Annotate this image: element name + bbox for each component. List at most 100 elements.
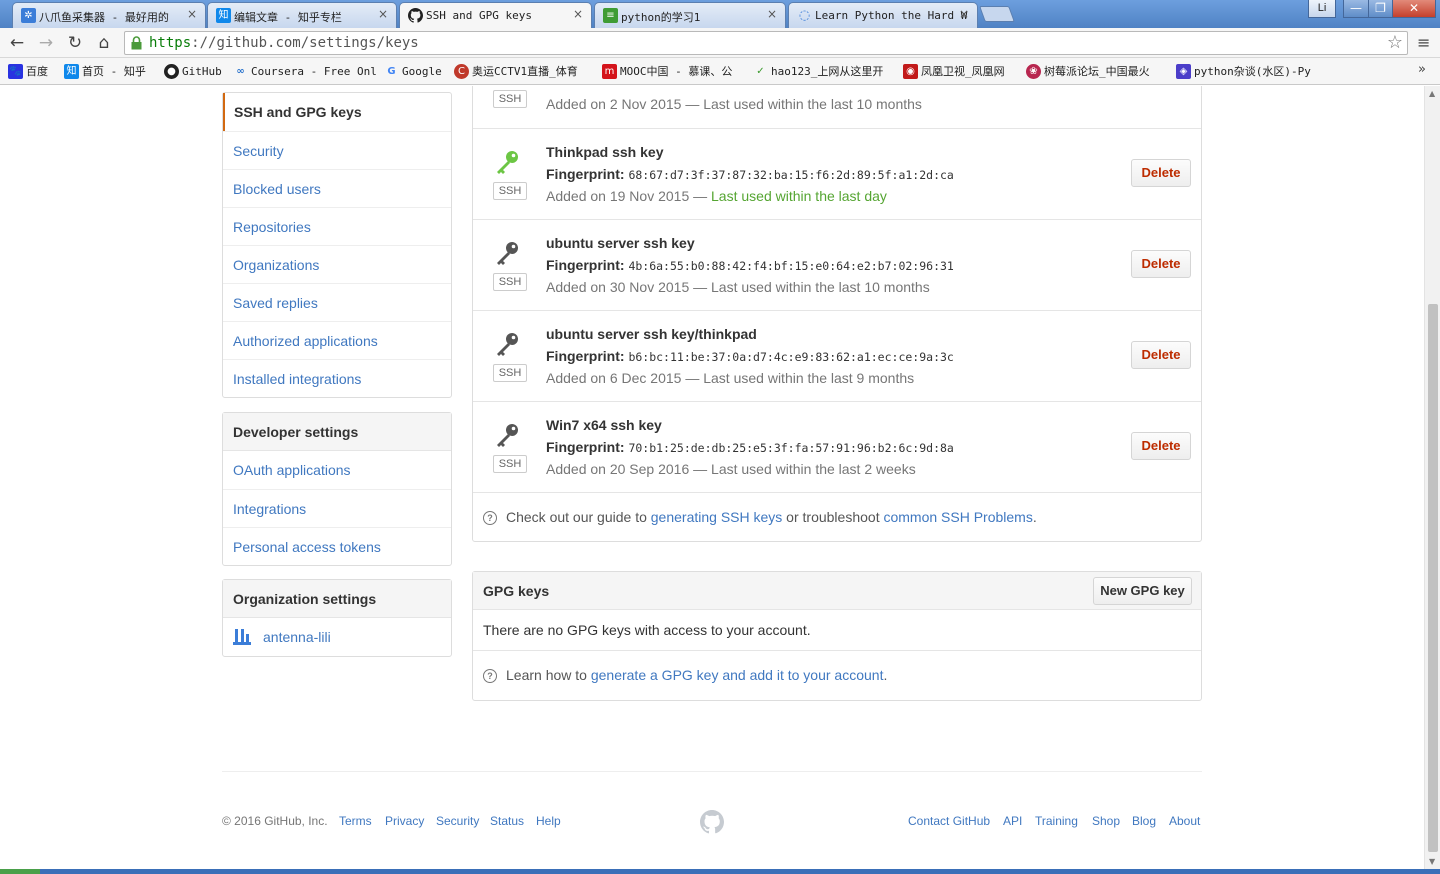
key-icon [497, 333, 518, 356]
footer-link-security[interactable]: Security [436, 814, 479, 828]
gpg-keys-header: GPG keys New GPG key [473, 572, 1201, 610]
bookmark-python-forum[interactable]: ◈ python杂谈(水区)-Py [1176, 63, 1311, 80]
scroll-down-icon[interactable]: ▼ [1429, 857, 1435, 866]
ssh-help-text: Check out our guide to generating SSH ke… [506, 509, 1037, 525]
close-icon[interactable]: × [767, 7, 777, 21]
maximize-icon[interactable]: ❐ [1368, 0, 1393, 18]
footer-link-api[interactable]: API [1003, 814, 1022, 828]
footer-link-contact[interactable]: Contact GitHub [908, 814, 990, 828]
key-fingerprint: Fingerprint: 4b:6a:55:b0:88:42:f4:bf:15:… [546, 257, 954, 273]
bookmark-hao123[interactable]: ✓ hao123_上网从这里开 [753, 63, 883, 80]
close-icon[interactable]: × [378, 7, 388, 21]
key-icon [497, 151, 518, 174]
generating-ssh-keys-link[interactable]: generating SSH keys [651, 509, 783, 525]
footer-link-about[interactable]: About [1169, 814, 1200, 828]
footer-link-status[interactable]: Status [490, 814, 524, 828]
bookmark-cctv[interactable]: C 奥运CCTV1直播_体育 [454, 63, 578, 80]
browser-tab-python-study[interactable]: ≡ python的学习1 × [594, 2, 786, 28]
close-icon[interactable]: × [573, 7, 583, 21]
sidebar-item-organizations[interactable]: Organizations [223, 245, 451, 283]
home-icon[interactable]: ⌂ [94, 33, 114, 53]
footer-link-blog[interactable]: Blog [1132, 814, 1156, 828]
sidebar-item-org[interactable]: antenna-lili [223, 618, 451, 656]
key-title: ubuntu server ssh key [546, 235, 695, 251]
bookmark-google[interactable]: G Google [384, 63, 441, 80]
delete-key-button[interactable]: Delete [1131, 250, 1191, 278]
bookmark-mooc[interactable]: m MOOC中国 - 慕课、公 [602, 63, 732, 80]
browser-tab-github-keys[interactable]: SSH and GPG keys × [399, 2, 592, 29]
org-avatar [233, 629, 251, 645]
site-footer: © 2016 GitHub, Inc. Terms Privacy Securi… [222, 771, 1202, 834]
sidebar-item-repositories[interactable]: Repositories [223, 207, 451, 245]
page-scrollbar[interactable]: ▲ ▼ [1424, 86, 1440, 869]
footer-link-privacy[interactable]: Privacy [385, 814, 424, 828]
delete-key-button[interactable]: Delete [1131, 432, 1191, 460]
bookmark-baidu[interactable]: 🐾 百度 [8, 63, 48, 80]
bookmarks-overflow-icon[interactable]: » [1418, 62, 1426, 77]
bookmark-star-icon[interactable]: ☆ [1387, 32, 1403, 53]
back-icon[interactable]: ← [7, 33, 27, 53]
sidebar-item-installed-integrations[interactable]: Installed integrations [223, 359, 451, 397]
sidebar-item-security[interactable]: Security [223, 131, 451, 169]
bookmark-ifeng[interactable]: ◉ 凤凰卫视_凤凰网 [903, 63, 1005, 80]
bookmark-raspberry[interactable]: ❀ 树莓派论坛_中国最火 [1026, 63, 1150, 80]
zhihu-icon: 知 [64, 64, 79, 79]
tab-label: 编辑文章 - 知乎专栏 [234, 11, 342, 24]
key-fingerprint: Fingerprint: 70:b1:25:de:db:25:e5:3f:fa:… [546, 439, 954, 455]
ssh-key-row: SSH ubuntu server ssh key Fingerprint: 4… [473, 219, 1201, 310]
bookmark-zhihu[interactable]: 知首页 - 知乎 [64, 63, 146, 80]
ssh-badge: SSH [493, 273, 527, 291]
delete-key-button[interactable]: Delete [1131, 341, 1191, 369]
sidebar-item-oauth-applications[interactable]: OAuth applications [223, 451, 451, 489]
browser-tab-bayuyu[interactable]: ✲ 八爪鱼采集器 - 最好用的 × [12, 2, 206, 28]
sidebar-item-ssh-gpg-keys[interactable]: SSH and GPG keys [223, 93, 451, 131]
gpg-empty-text: There are no GPG keys with access to you… [483, 622, 811, 638]
footer-link-shop[interactable]: Shop [1092, 814, 1120, 828]
scroll-up-icon[interactable]: ▲ [1429, 89, 1435, 98]
minimize-icon[interactable]: — [1343, 0, 1369, 18]
github-mark-icon[interactable] [700, 810, 724, 834]
ssh-key-row: SSH Win7 x64 ssh key Fingerprint: 70:b1:… [473, 401, 1201, 492]
sidebar-item-blocked-users[interactable]: Blocked users [223, 169, 451, 207]
sidebar-item-personal-access-tokens[interactable]: Personal access tokens [223, 527, 451, 565]
sidebar-item-saved-replies[interactable]: Saved replies [223, 283, 451, 321]
footer-copyright: © 2016 GitHub, Inc. [222, 814, 328, 828]
ssh-keys-list: SSH Added on 2 Nov 2015 — Last used with… [472, 86, 1202, 542]
bookmark-github[interactable]: ● GitHub [164, 63, 222, 80]
browser-menu-icon[interactable]: ≡ [1417, 34, 1431, 52]
key-added-date: Added on 2 Nov 2015 — Last used within t… [546, 96, 922, 112]
gpg-empty-state: There are no GPG keys with access to you… [473, 610, 1201, 651]
footer-link-help[interactable]: Help [536, 814, 561, 828]
scrollbar-thumb[interactable] [1428, 304, 1438, 852]
ssh-key-row-partial: SSH Added on 2 Nov 2015 — Last used with… [473, 86, 1201, 128]
generate-gpg-key-link[interactable]: generate a GPG key and add it to your ac… [591, 667, 884, 683]
key-added-date: Added on 20 Sep 2016 — Last used within … [546, 461, 916, 477]
key-fingerprint: Fingerprint: 68:67:d7:3f:37:87:32:ba:15:… [546, 166, 954, 182]
bookmark-coursera[interactable]: ∞ Coursera - Free Onl [233, 63, 377, 80]
forward-icon[interactable]: → [36, 33, 56, 53]
url-text: https://github.com/settings/keys [149, 35, 419, 51]
gpg-help-row: ? Learn how to generate a GPG key and ad… [473, 651, 1201, 700]
browser-tab-learn-python[interactable]: ◌ Learn Python the Hard W × [788, 2, 978, 28]
bookmarks-bar: 🐾 百度 知首页 - 知乎 ● GitHub ∞ Coursera - Free On… [0, 58, 1440, 85]
delete-key-button[interactable]: Delete [1131, 159, 1191, 187]
footer-link-training[interactable]: Training [1035, 814, 1078, 828]
window-user-badge[interactable]: Li [1308, 0, 1336, 18]
browser-tab-zhihu[interactable]: 知 编辑文章 - 知乎专栏 × [207, 2, 397, 28]
new-tab-button[interactable] [979, 6, 1015, 22]
close-icon[interactable]: × [187, 7, 197, 21]
reload-icon[interactable]: ↻ [65, 33, 85, 53]
close-icon[interactable]: × [959, 7, 969, 21]
key-title: ubuntu server ssh key/thinkpad [546, 326, 757, 342]
sidebar-item-authorized-applications[interactable]: Authorized applications [223, 321, 451, 359]
footer-link-terms[interactable]: Terms [339, 814, 372, 828]
sidebar-item-integrations[interactable]: Integrations [223, 489, 451, 527]
common-ssh-problems-link[interactable]: common SSH Problems [883, 509, 1032, 525]
window-close-icon[interactable]: ✕ [1392, 0, 1436, 18]
ssh-help-row: ? Check out our guide to generating SSH … [473, 492, 1201, 541]
address-bar[interactable]: https://github.com/settings/keys ☆ [124, 31, 1408, 55]
raspberry-icon: ❀ [1026, 64, 1041, 79]
new-gpg-key-button[interactable]: New GPG key [1093, 577, 1192, 605]
ssh-key-row: SSH ubuntu server ssh key/thinkpad Finge… [473, 310, 1201, 401]
key-title: Thinkpad ssh key [546, 144, 664, 160]
